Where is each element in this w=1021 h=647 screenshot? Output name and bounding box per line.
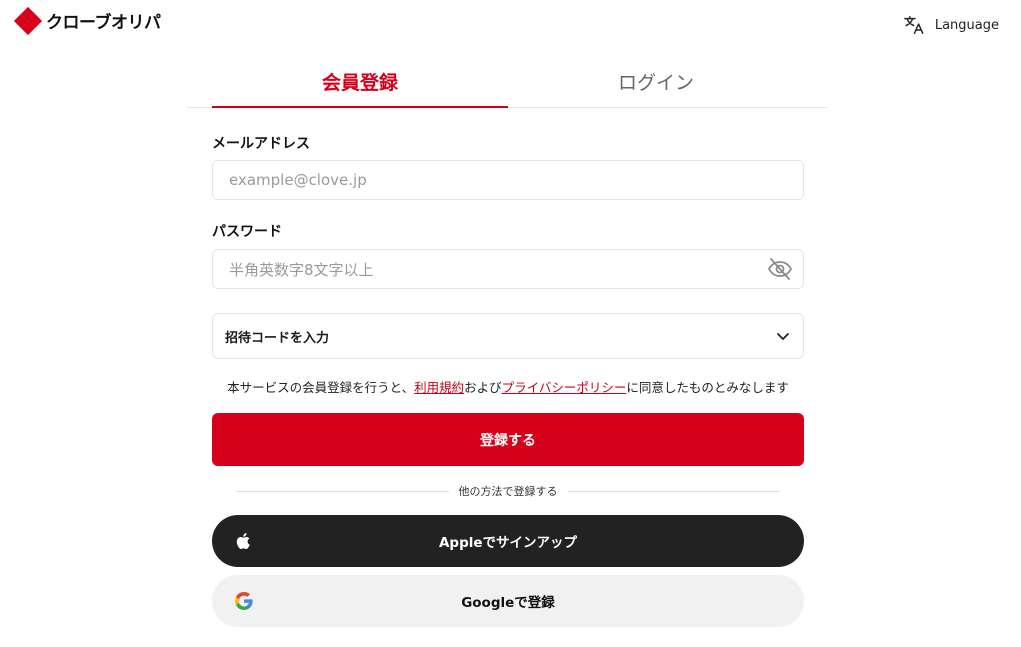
apple-signup-label: Appleでサインアップ [438, 535, 578, 551]
terms-prefix: 本サービスの会員登録を行うと、 [227, 380, 415, 395]
eye-off-icon[interactable] [767, 257, 793, 281]
logo-text: クローブオリパ [46, 13, 161, 33]
invite-code-toggle[interactable]: 招待コードを入力 [212, 313, 804, 359]
divider-label: 他の方法で登録する [458, 485, 558, 498]
chevron-down-icon [777, 333, 789, 340]
divider-line-left [236, 490, 449, 492]
email-label: メールアドレス [212, 136, 310, 152]
google-icon [235, 592, 253, 610]
password-label: パスワード [212, 224, 282, 240]
translate-icon [903, 16, 924, 34]
apple-signup-button[interactable]: Appleでサインアップ [212, 515, 804, 567]
apple-icon [236, 533, 250, 549]
privacy-link[interactable]: プライバシーポリシー [502, 380, 627, 395]
alt-signup-divider: 他の方法で登録する [236, 483, 780, 499]
language-button[interactable]: Language [903, 14, 999, 36]
auth-tabs: 会員登録 ログイン [187, 62, 828, 108]
invite-code-label: 招待コードを入力 [225, 330, 330, 346]
terms-link[interactable]: 利用規約 [414, 380, 464, 395]
google-signup-label: Googleで登録 [461, 595, 555, 611]
brand-logo[interactable]: クローブオリパ [13, 6, 161, 35]
email-input[interactable]: example@clove.jp [212, 160, 804, 200]
google-signup-button[interactable]: Googleで登録 [212, 575, 804, 627]
password-placeholder: 半角英数字8文字以上 [229, 260, 374, 279]
tab-login[interactable]: ログイン [508, 62, 804, 106]
logo-icon [13, 6, 43, 35]
email-placeholder: example@clove.jp [229, 171, 367, 189]
language-label: Language [934, 17, 999, 33]
divider-line-right [567, 490, 780, 492]
register-button-label: 登録する [480, 432, 536, 449]
terms-notice: 本サービスの会員登録を行うと、利用規約およびプライバシーポリシーに同意したものと… [212, 377, 804, 396]
terms-suffix: に同意したものとみなします [626, 380, 789, 395]
password-input[interactable]: 半角英数字8文字以上 [212, 249, 804, 289]
tab-signup[interactable]: 会員登録 [212, 62, 508, 108]
register-button[interactable]: 登録する [212, 413, 804, 466]
terms-middle: および [464, 380, 502, 395]
